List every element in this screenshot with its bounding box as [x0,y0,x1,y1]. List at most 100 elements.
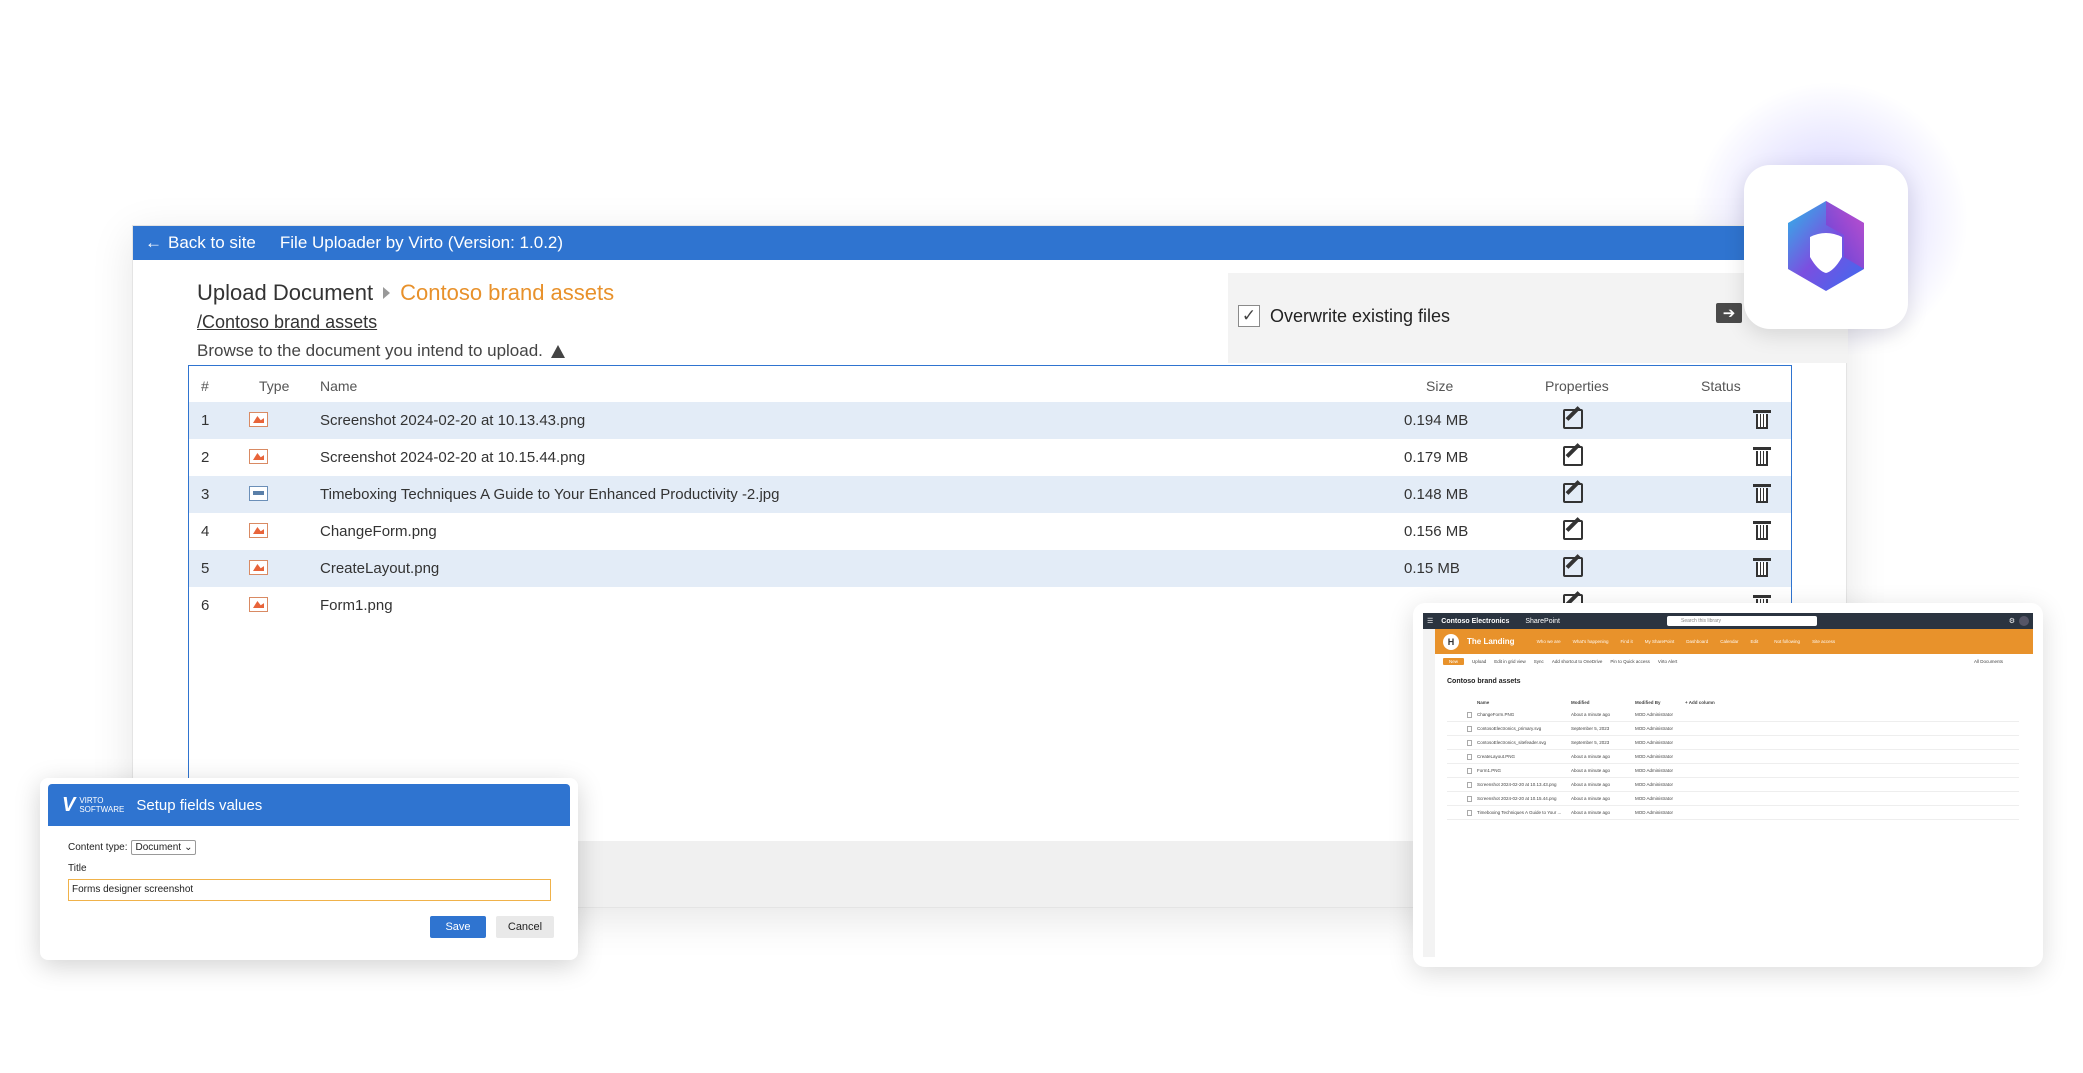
upload-hint: Browse to the document you intend to upl… [197,341,614,361]
microsoft-365-logo [1744,165,1908,329]
file-size: 0.148 MB [1404,486,1469,503]
cancel-button[interactable]: Cancel [496,916,554,938]
file-name: Timeboxing Techniques A Guide to Your En… [320,486,780,503]
view-selector[interactable]: All Documents [1974,659,2003,664]
list-item-modified-by: MOD Administrator [1635,740,1674,745]
row-num: 4 [201,523,210,540]
site-nav-item[interactable]: Calendar [1720,639,1738,644]
site-nav-item[interactable]: Find it [1620,639,1632,644]
sync-button[interactable]: Sync [1534,659,1544,664]
png-image-icon [249,412,268,427]
file-name: Screenshot 2024-02-20 at 10.15.44.png [320,449,586,466]
col-header-num: # [201,378,209,394]
file-icon [1467,768,1472,774]
edit-properties-icon[interactable] [1563,483,1583,503]
list-item[interactable]: ChangeForm.PNG About a minute ago MOD Admi… [1447,708,2019,722]
new-button[interactable]: New [1443,657,1465,665]
list-item-modified: About a minute ago [1571,754,1611,759]
row-num: 6 [201,597,210,614]
back-to-site-label: Back to site [168,233,256,252]
list-item-modified: About a minute ago [1571,810,1611,815]
file-icon [1467,712,1472,718]
delete-trash-icon[interactable] [1753,521,1771,540]
delete-trash-icon[interactable] [1753,447,1771,466]
pin-quick-access-button[interactable]: Pin to Quick access [1610,659,1650,664]
file-icon [1467,740,1472,746]
delete-trash-icon[interactable] [1753,558,1771,577]
list-item[interactable]: Form1.PNG About a minute ago MOD Administr… [1447,764,2019,778]
row-num: 3 [201,486,210,503]
breadcrumb-root[interactable]: Upload Document [197,280,373,306]
file-name: CreateLayout.png [320,560,440,577]
sharepoint-library-screen: ☰ Contoso Electronics SharePoint Search … [1423,613,2033,957]
table-row: 1 Screenshot 2024-02-20 at 10.13.43.png … [189,402,1791,439]
sharepoint-search-input[interactable]: Search this library [1667,616,1817,626]
overwrite-option[interactable]: ✓ Overwrite existing files [1238,305,1450,327]
delete-trash-icon[interactable] [1753,410,1771,429]
save-button[interactable]: Save [430,916,486,938]
site-access-link[interactable]: Site access [1812,639,1835,644]
follow-toggle[interactable]: Not following [1774,639,1800,644]
list-item[interactable]: Screenshot 2024-02-20 at 10.15.44.png Abo… [1447,792,2019,806]
file-size: 0.15 MB [1404,560,1460,577]
list-item-name: CreateLayout.PNG [1477,754,1516,759]
list-item[interactable]: ContosoElectronics_primary.svg September … [1447,722,2019,736]
site-title[interactable]: The Landing [1467,637,1515,646]
upload-submit-arrow-icon[interactable]: ➔ [1716,303,1742,323]
sp-add-column-button[interactable]: + Add column [1685,700,1715,705]
upload-hint-text: Browse to the document you intend to upl… [197,341,543,360]
file-size: 0.156 MB [1404,523,1469,540]
dialog-title: Setup fields values [136,796,263,814]
col-header-properties: Properties [1545,378,1609,394]
edit-properties-icon[interactable] [1563,409,1583,429]
app-launcher-icon[interactable]: ☰ [1427,617,1433,625]
site-nav-item[interactable]: Who we are [1537,639,1561,644]
library-path-link[interactable]: /Contoso brand assets [197,312,614,333]
sp-col-header-modified-by[interactable]: Modified By [1635,700,1661,705]
chevron-down-icon: ⌄ [184,842,193,853]
title-field-input[interactable]: Forms designer screenshot [68,879,551,901]
file-name: ChangeForm.png [320,523,437,540]
edit-properties-icon[interactable] [1563,557,1583,577]
list-item-modified: September 5, 2023 [1571,726,1610,731]
breadcrumb-current: Contoso brand assets [400,280,615,305]
png-image-icon [249,597,268,612]
onedrive-shortcut-button[interactable]: Add shortcut to OneDrive [1552,659,1603,664]
list-item-name: ChangeForm.PNG [1477,712,1515,717]
setup-fields-dialog: V VIRTO SOFTWARE Setup fields values Con… [40,778,578,960]
png-image-icon [249,449,268,464]
list-item[interactable]: Timeboxing Techniques A Guide to Your ..… [1447,806,2019,820]
col-header-status: Status [1701,378,1741,394]
sp-col-header-name[interactable]: Name [1477,700,1489,705]
edit-properties-icon[interactable] [1563,446,1583,466]
settings-gear-icon[interactable]: ⚙ [2009,617,2015,625]
content-type-select[interactable]: Document ⌄ [131,840,197,855]
site-nav-item[interactable]: What's happening [1573,639,1609,644]
user-avatar[interactable] [2019,616,2029,626]
back-to-site-link[interactable]: ← Back to site [133,233,256,253]
png-image-icon [249,523,268,538]
list-item[interactable]: ContosoElectronics_sitefeader.svg Septemb… [1447,736,2019,750]
list-item-modified-by: MOD Administrator [1635,810,1674,815]
delete-trash-icon[interactable] [1753,484,1771,503]
upload-button[interactable]: Upload [1472,659,1486,664]
virto-logo-line2: SOFTWARE [79,805,125,814]
site-nav-item[interactable]: Dashboard [1686,639,1708,644]
sharepoint-left-rail [1423,629,1435,957]
content-type-value: Document [135,842,182,853]
site-nav-item[interactable]: Edit [1751,639,1759,644]
edit-properties-icon[interactable] [1563,520,1583,540]
sp-col-header-modified[interactable]: Modified [1571,700,1590,705]
grid-view-button[interactable]: Edit in grid view [1494,659,1526,664]
site-nav-item[interactable]: My SharePoint [1645,639,1675,644]
list-item[interactable]: Screenshot 2024-02-20 at 10.13.43.png Abo… [1447,778,2019,792]
content-type-label: Content type: [68,842,128,853]
list-item[interactable]: CreateLayout.PNG About a minute ago MOD Ad… [1447,750,2019,764]
overwrite-checkbox[interactable]: ✓ [1238,305,1260,327]
virto-alert-button[interactable]: Virto Alert [1658,659,1677,664]
sharepoint-suite-bar: ☰ Contoso Electronics SharePoint Search … [1423,613,2033,629]
warning-icon[interactable] [550,344,565,358]
org-name: Contoso Electronics [1441,617,1510,625]
list-item-name: Form1.PNG [1477,768,1502,773]
list-item-modified-by: MOD Administrator [1635,796,1674,801]
